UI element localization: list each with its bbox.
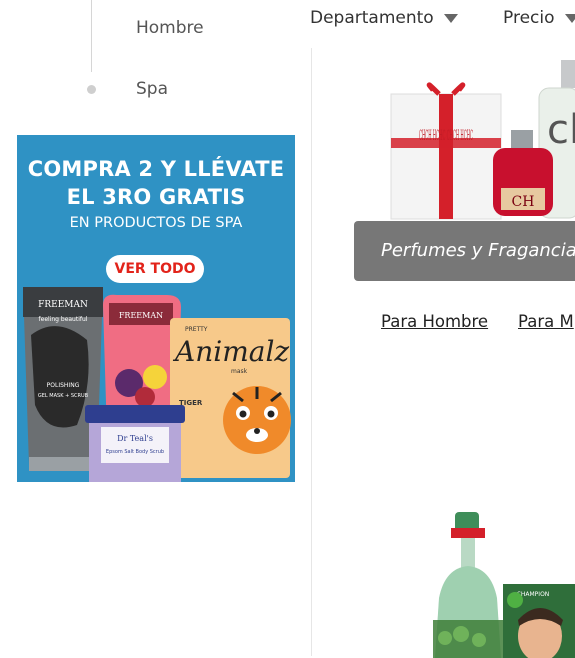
animalz-title-text: Animalz xyxy=(172,335,289,368)
jar-brand-text: Dr Teal's xyxy=(117,434,153,443)
sidebar-item-spa[interactable]: Spa xyxy=(136,79,168,99)
salt-scrub-jar: Dr Teal's Epsom Salt Body Scrub xyxy=(85,405,185,482)
spa-products-image: FREEMAN feeling beautiful POLISHING GEL … xyxy=(17,135,295,482)
sublink-para-hombre[interactable]: Para Hombre xyxy=(381,312,488,331)
bullet-dot-icon xyxy=(87,85,96,94)
animalz-pretty-text: PRETTY xyxy=(185,326,208,333)
sidebar-item-hombre[interactable]: Hombre xyxy=(136,18,204,38)
charcoal-brand-sub: feeling beautiful xyxy=(39,316,88,323)
perfumes-card-image[interactable]: CHCH HCHC CHCH HCHC cl CH xyxy=(335,48,575,223)
animalz-mask-text: mask xyxy=(231,368,248,375)
gift-box-pattern-text: CHCH HCHC CHCH HCHC xyxy=(419,128,473,144)
sidebar: Hombre Spa COMPRA 2 Y LLÉVATE EL 3RO GRA… xyxy=(0,0,310,656)
red-bottle-text: CH xyxy=(512,194,535,210)
filter-departamento[interactable]: Departamento xyxy=(310,8,458,28)
filter-precio-label: Precio xyxy=(503,8,555,28)
perfumes-card-title[interactable]: Perfumes y Fragancias xyxy=(354,221,575,281)
charcoal-brand-text: FREEMAN xyxy=(38,300,88,310)
clear-bottle-text: cl xyxy=(547,107,575,153)
charcoal-label-text: POLISHING xyxy=(47,382,80,389)
column-divider xyxy=(311,48,312,656)
green-cologne-bottle xyxy=(433,512,503,658)
caret-down-icon xyxy=(444,14,458,23)
caret-down-icon xyxy=(565,14,575,23)
hair-dye-box: CHAMPION xyxy=(503,584,575,658)
filter-precio[interactable]: Precio xyxy=(503,8,575,28)
filter-departamento-label: Departamento xyxy=(310,8,434,28)
charcoal-desc-text: GEL MASK + SCRUB xyxy=(38,393,89,399)
second-card-image[interactable]: CHAMPION xyxy=(425,508,575,658)
ch-gift-box: CHCH HCHC CHCH HCHC xyxy=(391,85,501,219)
sublink-para-mujer[interactable]: Para M xyxy=(518,312,574,331)
animalz-mask-pack: PRETTY Animalz mask TIGER xyxy=(170,318,291,478)
category-tree-line xyxy=(91,0,92,72)
spa-promo-banner[interactable]: COMPRA 2 Y LLÉVATE EL 3RO GRATIS EN PROD… xyxy=(17,135,295,482)
pink-brand-text: FREEMAN xyxy=(119,311,163,320)
jar-desc-text: Epsom Salt Body Scrub xyxy=(106,449,164,455)
